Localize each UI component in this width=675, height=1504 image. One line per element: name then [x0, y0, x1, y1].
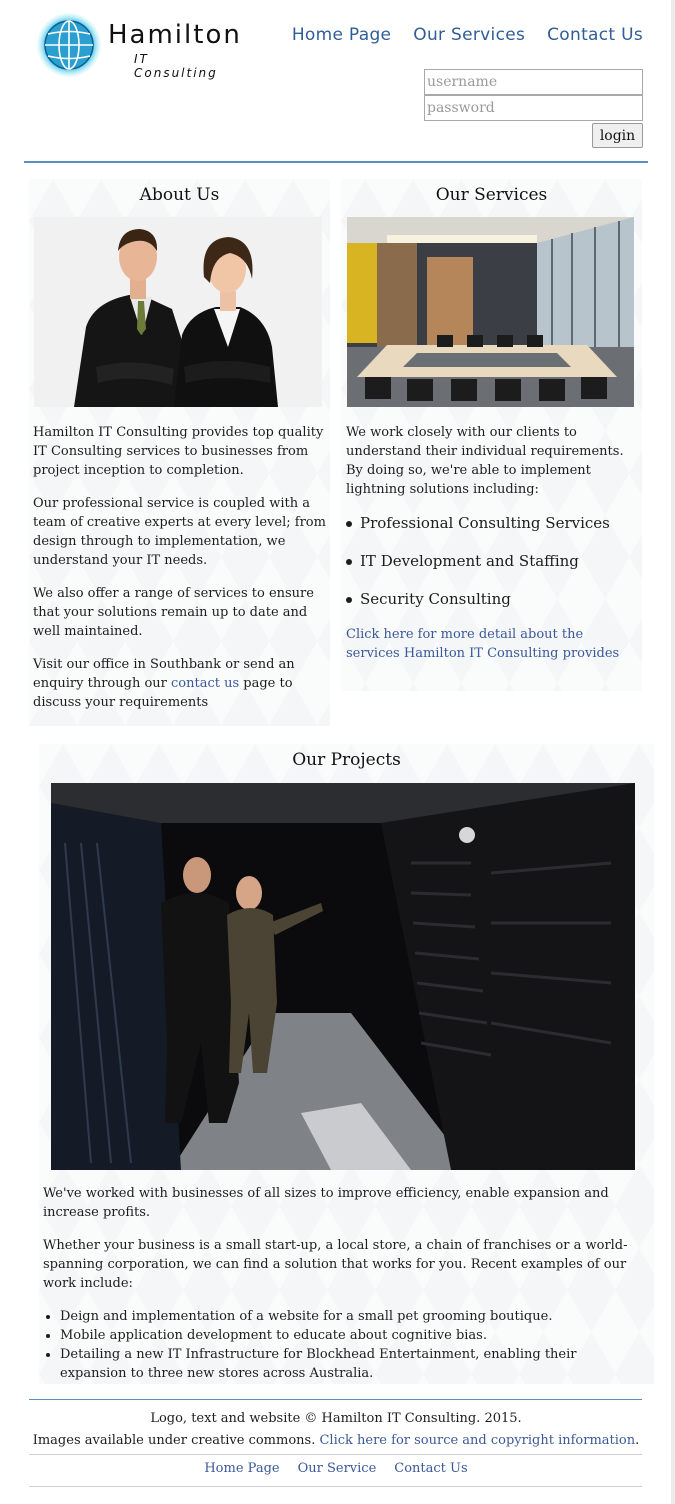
services-detail-link[interactable]: Click here for more detail about the ser… — [346, 625, 638, 663]
brand-subtitle: IT Consulting — [134, 52, 218, 80]
about-team-photo — [34, 217, 322, 407]
footer-image-credits-start: Images available under creative commons. — [32, 1433, 320, 1448]
nav-home-link[interactable]: Home Page — [292, 25, 391, 45]
services-meeting-room-photo — [347, 217, 634, 407]
services-title: Our Services — [435, 185, 548, 205]
projects-title: Our Projects — [292, 750, 401, 770]
projects-panel: Our Projects We've worked with businesse… — [39, 744, 654, 1384]
projects-list-item: Deign and implementation of a website fo… — [60, 1307, 643, 1326]
password-input[interactable] — [424, 95, 643, 121]
footer-services-link[interactable]: Our Service — [298, 1461, 377, 1476]
about-paragraph-4: Visit our office in Southbank or send an… — [33, 655, 329, 712]
about-panel: About Us Hamilton IT Consulting provides… — [29, 179, 330, 726]
footer-divider-bottom — [29, 1486, 642, 1487]
services-list-item: Security Consulting — [346, 589, 638, 609]
footer-image-credits-end: . — [635, 1433, 640, 1448]
services-list: Professional Consulting Services IT Deve… — [346, 513, 638, 609]
footer-copyright: Logo, text and website © Hamilton IT Con… — [150, 1411, 522, 1426]
about-text: Hamilton IT Consulting provides top qual… — [33, 423, 329, 726]
globe-icon — [37, 13, 101, 77]
about-title: About Us — [139, 185, 220, 205]
about-paragraph-2: Our professional service is coupled with… — [33, 496, 326, 568]
footer-divider-middle — [29, 1454, 642, 1455]
top-nav: Home Page Our Services Contact Us — [292, 25, 643, 45]
services-intro: We work closely with our clients to unde… — [346, 425, 624, 497]
nav-contact-link[interactable]: Contact Us — [547, 25, 643, 45]
login-form: login — [424, 69, 643, 148]
brand-name: Hamilton — [108, 20, 242, 50]
nav-services-link[interactable]: Our Services — [413, 25, 525, 45]
about-paragraph-1: Hamilton IT Consulting provides top qual… — [33, 425, 324, 478]
copyright-info-link[interactable]: Click here for source and copyright info… — [319, 1433, 635, 1448]
footer-home-link[interactable]: Home Page — [204, 1461, 279, 1476]
footer-nav: Home Page Our Service Contact Us — [0, 1461, 672, 1476]
services-list-item: IT Development and Staffing — [346, 551, 638, 571]
projects-text: We've worked with businesses of all size… — [43, 1184, 643, 1383]
projects-paragraph-2: Whether your business is a small start-u… — [43, 1238, 628, 1291]
footer-divider-top — [29, 1399, 642, 1400]
projects-paragraph-1: We've worked with businesses of all size… — [43, 1186, 609, 1220]
logo[interactable]: Hamilton IT Consulting — [36, 12, 240, 80]
services-panel: Our Services We work closely with our cl… — [341, 179, 642, 691]
username-input[interactable] — [424, 69, 643, 95]
projects-list-item: Detailing a new IT Infrastructure for Bl… — [60, 1345, 643, 1383]
projects-server-room-photo — [51, 783, 635, 1170]
login-button[interactable]: login — [592, 123, 643, 148]
footer-image-credits: Images available under creative commons.… — [0, 1430, 672, 1451]
contact-us-inline-link[interactable]: contact us — [171, 676, 239, 691]
projects-list-item: Mobile application development to educat… — [60, 1326, 643, 1345]
about-paragraph-3: We also offer a range of services to ens… — [33, 586, 314, 639]
header-divider — [24, 161, 648, 163]
page-right-edge — [671, 0, 675, 1504]
projects-list: Deign and implementation of a website fo… — [60, 1307, 643, 1383]
services-text: We work closely with our clients to unde… — [346, 423, 638, 663]
footer-contact-link[interactable]: Contact Us — [394, 1461, 467, 1476]
services-list-item: Professional Consulting Services — [346, 513, 638, 533]
